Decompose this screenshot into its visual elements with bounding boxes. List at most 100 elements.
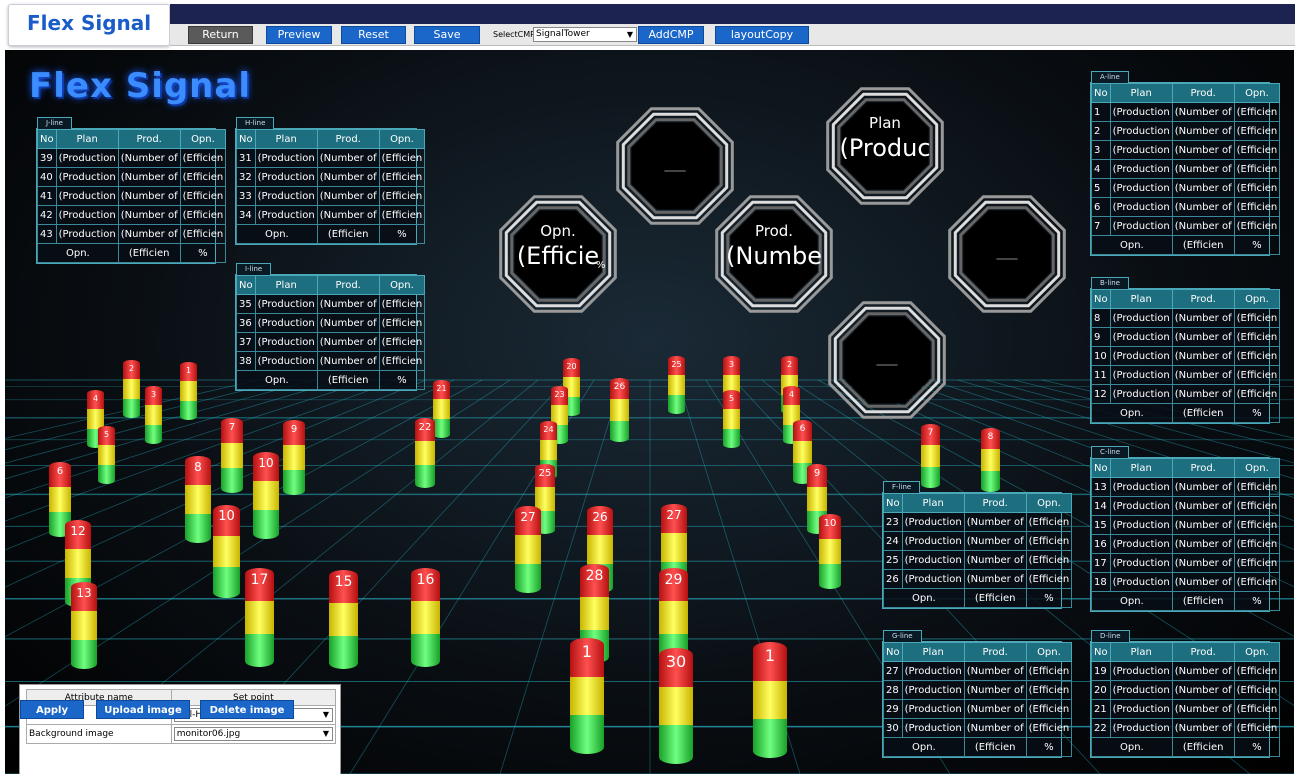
tower-number: 8 (194, 460, 202, 474)
signal-tower[interactable]: 10 (253, 452, 279, 539)
signal-tower[interactable]: 10 (213, 505, 240, 598)
table-row: 23 (Production (Number of (Efficien (883, 512, 1073, 532)
footer-label: Opn. (37, 243, 119, 263)
row-opn: (Efficien (1233, 534, 1281, 554)
row-opn: (Efficien (1233, 308, 1281, 328)
a-line-panel[interactable]: A-line No Plan Prod. Opn. 1 (Production (Number… (1090, 71, 1281, 256)
octagon-mid-right[interactable]: ___ (945, 192, 1069, 316)
nav-strip (170, 4, 1295, 24)
row-no: 23 (883, 512, 903, 532)
row-plan: (Production (901, 531, 965, 551)
signal-tower[interactable]: 5 (723, 390, 740, 448)
layoutcopy-button[interactable]: layoutCopy (715, 26, 809, 44)
row-prod: (Number of (316, 351, 380, 371)
panel-title: C-line (1091, 446, 1130, 458)
col-header-prod: Prod. (963, 642, 1027, 662)
table-row: 13 (Production (Number of (Efficien (1091, 477, 1281, 497)
octagon-value: (Produc (839, 134, 931, 162)
reset-button[interactable]: Reset (341, 26, 406, 44)
row-prod: (Number of (963, 718, 1027, 738)
tower-yellow-segment (98, 445, 115, 465)
signal-tower[interactable]: 21 (433, 380, 450, 438)
row-opn: (Efficien (378, 167, 426, 187)
row-plan: (Production (254, 351, 318, 371)
table-row: 40 (Production (Number of (Efficien (37, 167, 227, 187)
octagon-value: ___ (664, 156, 686, 172)
d-line-panel[interactable]: D-line No Plan Prod. Opn. 19 (Production (Numbe… (1090, 630, 1281, 758)
octagon-bottom[interactable]: ___ (825, 298, 949, 422)
row-opn: (Efficien (378, 313, 426, 333)
signal-tower[interactable]: 8 (185, 456, 211, 543)
tower-yellow-segment (981, 449, 1000, 471)
signal-tower[interactable]: 1 (570, 638, 604, 754)
background-image-select[interactable]: monitor06.jpg ▼ (173, 727, 333, 741)
c-line-panel[interactable]: C-line No Plan Prod. Opn. 13 (Production (Numbe… (1090, 446, 1281, 612)
selectcmp-dropdown[interactable]: SignalTower ▼ (533, 27, 637, 42)
row-plan: (Production (254, 332, 318, 352)
signal-tower[interactable]: 10 (819, 514, 841, 589)
signal-tower[interactable]: 7 (921, 424, 940, 488)
g-line-panel[interactable]: G-line No Plan Prod. Opn. 27 (Production (Numbe… (882, 630, 1073, 758)
col-header-opn: Opn. (1025, 493, 1073, 513)
signal-tower[interactable]: 16 (411, 568, 440, 667)
row-no: 31 (236, 148, 256, 168)
octagon-mid-left[interactable]: Opn. (Efficie% (496, 192, 620, 316)
signal-tower[interactable]: 9 (283, 420, 305, 495)
signal-tower[interactable]: 15 (329, 570, 358, 669)
row-no: 21 (1091, 699, 1111, 719)
return-button[interactable]: Return (188, 26, 253, 44)
upload-image-button[interactable]: Upload image (96, 700, 190, 719)
signal-tower[interactable]: 1 (753, 642, 787, 758)
footer-label: Opn. (236, 370, 318, 390)
row-plan: (Production (1109, 661, 1173, 681)
signal-tower[interactable]: 3 (145, 386, 162, 444)
h-line-panel[interactable]: H-line No Plan Prod. Opn. 31 (Production (Numbe… (235, 117, 426, 245)
i-line-panel[interactable]: I-line No Plan Prod. Opn. 35 (Production (Numbe… (235, 263, 426, 391)
tower-yellow-segment (753, 680, 787, 720)
tower-number: 1 (581, 642, 593, 661)
signal-tower[interactable]: 8 (981, 428, 1000, 492)
delete-image-button[interactable]: Delete image (200, 700, 294, 719)
apply-button[interactable]: Apply (20, 700, 84, 719)
row-opn: (Efficien (1233, 699, 1281, 719)
signal-tower[interactable]: 27 (515, 506, 541, 593)
row-prod: (Number of (963, 699, 1027, 719)
row-plan: (Production (1109, 102, 1173, 122)
signal-tower[interactable]: 22 (415, 418, 435, 488)
signal-tower[interactable]: 25 (668, 356, 685, 414)
tower-green-segment (180, 400, 197, 420)
col-header-opn: Opn. (1233, 289, 1281, 309)
row-no: 18 (1091, 572, 1111, 592)
f-line-panel[interactable]: F-line No Plan Prod. Opn. 23 (Production (Numbe… (882, 481, 1073, 609)
octagon-unit: % (596, 260, 606, 271)
octagon-top-right[interactable]: Plan (Produc (823, 84, 947, 208)
addcmp-button[interactable]: AddCMP (638, 26, 704, 44)
row-prod: (Number of (1171, 365, 1235, 385)
table-row: 30 (Production (Number of (Efficien (883, 718, 1073, 738)
b-line-panel[interactable]: B-line No Plan Prod. Opn. 8 (Production (Number… (1090, 277, 1281, 424)
signal-tower[interactable]: 2 (123, 360, 140, 418)
row-no: 37 (236, 332, 256, 352)
layout-canvas[interactable]: Flex Signal ___ Plan (Produc Opn. (Efficie% P… (5, 50, 1294, 774)
signal-tower[interactable]: 13 (71, 582, 97, 669)
table-row: 12 (Production (Number of (Efficien (1091, 384, 1281, 404)
row-plan: (Production (254, 205, 318, 225)
save-button[interactable]: Save (414, 26, 480, 44)
col-header-prod: Prod. (963, 493, 1027, 513)
signal-tower[interactable]: 17 (245, 568, 274, 667)
signal-tower[interactable]: 7 (221, 418, 243, 493)
row-prod: (Number of (1171, 140, 1235, 160)
table-row: 25 (Production (Number of (Efficien (883, 550, 1073, 570)
signal-tower[interactable]: 30 (659, 648, 693, 764)
preview-button[interactable]: Preview (266, 26, 332, 44)
signal-tower[interactable]: 5 (98, 426, 115, 484)
row-opn: (Efficien (378, 148, 426, 168)
row-prod: (Number of (1171, 327, 1235, 347)
row-prod: (Number of (963, 531, 1027, 551)
octagon-mid-center[interactable]: Prod. (Numbe (712, 192, 836, 316)
signal-tower[interactable]: 1 (180, 362, 197, 420)
col-header-opn: Opn. (179, 129, 227, 149)
signal-tower[interactable]: 26 (610, 378, 629, 442)
j-line-panel[interactable]: J-line No Plan Prod. Opn. 39 (Production (Numbe… (36, 117, 227, 264)
table-row: 37 (Production (Number of (Efficien (236, 332, 426, 352)
